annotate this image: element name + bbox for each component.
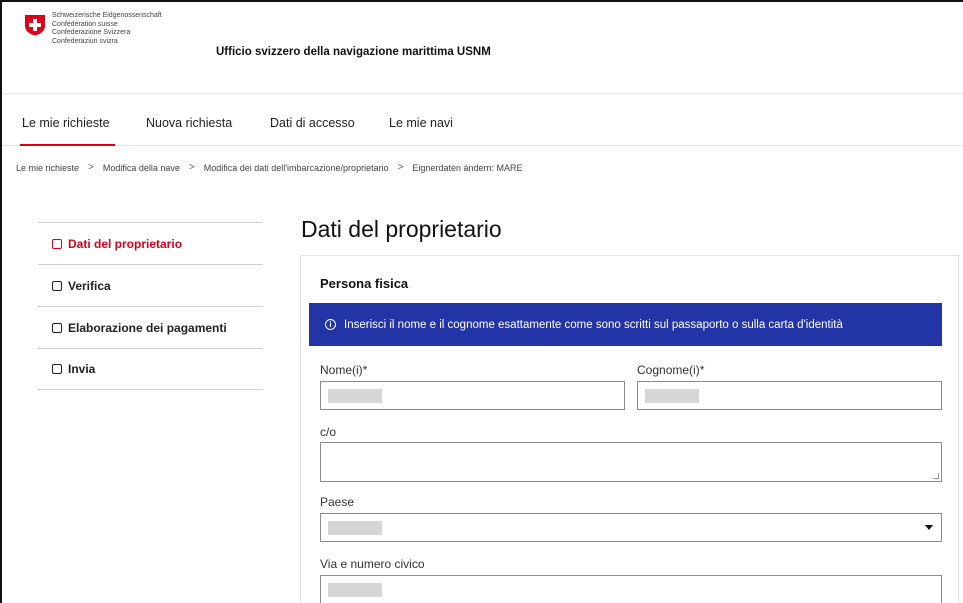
resize-handle-icon[interactable] <box>933 473 939 479</box>
owner-form-card: Persona fisica i Inserisci il nome e il … <box>300 255 959 603</box>
office-title: Ufficio svizzero della navigazione marit… <box>216 46 491 58</box>
sidebar-item-dati-proprietario[interactable]: Dati del proprietario <box>38 222 263 264</box>
page-title: Dati del proprietario <box>301 216 502 242</box>
redacted-value <box>328 521 382 535</box>
breadcrumb-separator: > <box>188 162 195 173</box>
tab-dati-di-accesso[interactable]: Dati di accesso <box>270 116 355 130</box>
redacted-value <box>645 389 699 403</box>
site-header: Schweizerische Eidgenossenschaft Confédé… <box>2 2 963 94</box>
street-label: Via e numero civico <box>320 557 425 571</box>
checkbox-icon <box>52 280 62 291</box>
info-icon: i <box>325 319 336 330</box>
redacted-value <box>328 583 382 597</box>
tab-le-mie-richieste[interactable]: Le mie richieste <box>22 116 110 130</box>
breadcrumb-item-le-mie-richieste[interactable]: Le mie richieste <box>16 163 79 173</box>
checkbox-icon <box>52 238 62 249</box>
confederation-names: Schweizerische Eidgenossenschaft Confédé… <box>52 12 162 46</box>
redacted-value <box>328 389 382 403</box>
sidebar-item-label: Dati del proprietario <box>68 236 183 251</box>
tab-le-mie-navi[interactable]: Le mie navi <box>389 116 453 130</box>
sidebar-item-pagamenti[interactable]: Elaborazione dei pagamenti <box>38 306 263 348</box>
tab-nuova-richiesta[interactable]: Nuova richiesta <box>146 116 232 130</box>
last-name-label: Cognome(i)* <box>637 363 705 377</box>
sidebar-item-label: Verifica <box>68 278 111 293</box>
street-input[interactable] <box>320 575 942 603</box>
confederation-line-it: Confederazione Svizzera <box>52 29 131 36</box>
checkbox-icon <box>52 322 62 333</box>
confederation-line-de: Schweizerische Eidgenossenschaft <box>52 12 162 19</box>
breadcrumb-item-current: Eignerdaten ändern: MARE <box>412 162 523 173</box>
breadcrumb-separator: > <box>397 162 404 173</box>
step-sidebar: Dati del proprietario Verifica Elaborazi… <box>38 222 263 390</box>
swiss-flag-logo[interactable] <box>24 14 46 36</box>
last-name-input[interactable] <box>637 381 942 410</box>
active-tab-indicator <box>20 144 115 146</box>
main-nav: Le mie richieste Nuova richiesta Dati di… <box>2 94 963 146</box>
section-title: Persona fisica <box>320 276 409 291</box>
country-select[interactable] <box>320 513 942 542</box>
care-of-label: c/o <box>320 425 337 439</box>
care-of-textarea[interactable] <box>320 442 942 482</box>
confederation-line-fr: Confédération suisse <box>52 20 118 28</box>
first-name-label: Nome(i)* <box>320 363 368 377</box>
info-banner: i Inserisci il nome e il cognome esattam… <box>309 303 942 346</box>
country-label: Paese <box>320 495 355 509</box>
checkbox-icon <box>52 364 62 374</box>
caret-down-icon <box>925 525 933 530</box>
first-name-input[interactable] <box>320 381 625 410</box>
sidebar-item-invia[interactable]: Invia <box>38 348 263 390</box>
breadcrumb-item-modifica-nave[interactable]: Modifica della nave <box>103 163 180 173</box>
confederation-line-rm: Confederaziun svizra <box>52 37 118 45</box>
sidebar-item-label: Invia <box>68 362 96 376</box>
sidebar-item-verifica[interactable]: Verifica <box>38 264 263 306</box>
sidebar-item-label: Elaborazione dei pagamenti <box>68 320 227 335</box>
breadcrumb-separator: > <box>88 162 94 173</box>
breadcrumb: Le mie richieste > Modifica della nave >… <box>16 162 523 173</box>
info-banner-text: Inserisci il nome e il cognome esattamen… <box>344 318 843 331</box>
breadcrumb-item-modifica-dati[interactable]: Modifica dei dati dell'imbarcazione/prop… <box>204 163 389 173</box>
